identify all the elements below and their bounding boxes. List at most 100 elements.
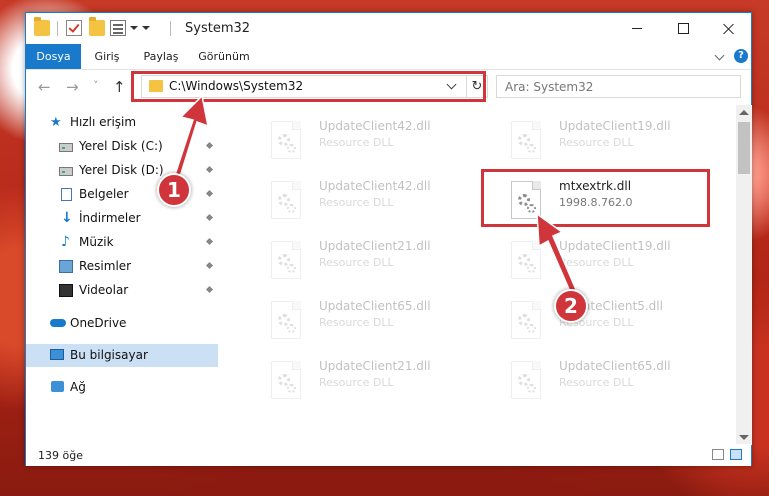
pin-icon[interactable] — [205, 237, 214, 246]
search-box[interactable]: Ara: System32 — [496, 75, 741, 98]
pin-icon[interactable] — [205, 189, 214, 198]
documents-icon — [61, 188, 72, 201]
close-button[interactable] — [706, 13, 752, 44]
file-description: Resource DLL — [319, 136, 394, 149]
sidebar-item-label: Ağ — [70, 380, 86, 394]
step-badge-1: 1 — [157, 173, 191, 207]
file-item[interactable]: UpdateClient19.dll Resource DLL — [507, 117, 727, 167]
pin-icon[interactable] — [205, 213, 214, 222]
file-name: UpdateClient65.dll — [559, 359, 671, 373]
drive-icon — [59, 167, 73, 176]
file-description: Resource DLL — [319, 316, 394, 329]
file-item[interactable]: UpdateClient5.dll Resource DLL — [507, 297, 727, 347]
address-highlight-box — [131, 71, 486, 102]
pin-icon[interactable] — [205, 165, 214, 174]
large-icons-view-icon[interactable] — [730, 449, 742, 460]
details-view-icon[interactable] — [712, 449, 724, 460]
sidebar-item-onedrive[interactable]: OneDrive — [26, 312, 218, 335]
dll-file-icon — [511, 361, 541, 399]
sidebar-item-label: Videolar — [79, 283, 129, 297]
downloads-icon: ↓ — [61, 210, 73, 226]
file-name: UpdateClient21.dll — [319, 359, 431, 373]
tab-giris[interactable]: Giriş — [86, 44, 128, 69]
file-description: Resource DLL — [319, 256, 394, 269]
pin-icon[interactable] — [205, 285, 214, 294]
file-name: UpdateClient42.dll — [319, 179, 431, 193]
new-folder-icon[interactable] — [89, 17, 105, 36]
videos-icon — [59, 284, 73, 297]
file-name: UpdateClient19.dll — [559, 119, 671, 133]
file-item[interactable]: UpdateClient19.dll Resource DLL — [507, 237, 727, 287]
file-description: Resource DLL — [559, 376, 634, 389]
sidebar-item-videos[interactable]: Videolar — [26, 279, 218, 302]
drive-icon — [59, 143, 73, 152]
up-button[interactable]: ↑ — [113, 79, 126, 95]
dll-file-icon — [511, 301, 541, 339]
sidebar-item-pictures[interactable]: Resimler — [26, 255, 218, 278]
sidebar-item-label: Yerel Disk (D:) — [79, 163, 164, 177]
file-description: Resource DLL — [559, 256, 634, 269]
music-icon: ♪ — [61, 234, 70, 250]
sidebar-item-downloads[interactable]: ↓ İndirmeler — [26, 207, 218, 230]
dll-file-icon — [511, 241, 541, 279]
file-list: UpdateClient42.dll Resource DLL UpdateCl… — [219, 105, 736, 440]
scroll-thumb[interactable] — [738, 122, 750, 174]
quick-access-dropdown-icon[interactable] — [142, 26, 150, 30]
chevron-down-icon[interactable] — [130, 26, 138, 30]
sidebar-item-disk-d[interactable]: Yerel Disk (D:) — [26, 159, 218, 182]
file-highlight-box — [481, 169, 710, 227]
sidebar-item-this-pc[interactable]: Bu bilgisayar — [26, 344, 218, 367]
file-item[interactable]: UpdateClient42.dll Resource DLL — [267, 177, 487, 227]
scroll-up-icon[interactable] — [739, 110, 749, 115]
title-bar: System32 — [26, 13, 751, 44]
recent-locations-button[interactable]: ˅ — [93, 78, 99, 94]
back-button[interactable]: ← — [38, 79, 51, 95]
expand-ribbon-icon[interactable] — [714, 50, 725, 61]
search-placeholder[interactable]: Ara: System32 — [505, 80, 593, 94]
customize-toolbar-icon[interactable] — [110, 20, 126, 36]
file-name: UpdateClient21.dll — [319, 239, 431, 253]
file-item[interactable]: UpdateClient42.dll Resource DLL — [267, 117, 487, 167]
dll-file-icon — [271, 361, 301, 399]
pictures-icon — [59, 260, 73, 273]
sidebar-item-music[interactable]: ♪ Müzik — [26, 231, 218, 254]
sidebar-item-label: Müzik — [79, 235, 114, 249]
title-separator-2 — [170, 21, 171, 36]
maximize-button[interactable] — [660, 13, 706, 44]
step-badge-2: 2 — [554, 289, 588, 323]
sidebar-item-label: Belgeler — [79, 187, 129, 201]
scroll-down-icon[interactable] — [739, 435, 749, 440]
tab-paylas[interactable]: Paylaş — [138, 44, 184, 69]
cloud-icon — [50, 319, 66, 327]
pin-icon[interactable] — [205, 141, 214, 150]
tab-dosya[interactable]: Dosya — [26, 44, 81, 69]
computer-icon — [50, 349, 64, 360]
properties-check-icon[interactable] — [66, 20, 82, 36]
dll-file-icon — [271, 301, 301, 339]
sidebar-item-label: Hızlı erişim — [70, 115, 137, 129]
file-description: Resource DLL — [559, 136, 634, 149]
file-item[interactable]: UpdateClient21.dll Resource DLL — [267, 237, 487, 287]
help-icon[interactable]: ? — [734, 49, 748, 63]
dll-file-icon — [271, 121, 301, 159]
network-icon — [51, 381, 64, 392]
vertical-scrollbar[interactable] — [736, 105, 752, 445]
file-item[interactable]: UpdateClient65.dll Resource DLL — [267, 297, 487, 347]
sidebar-item-label: Resimler — [79, 259, 132, 273]
sidebar-item-label: OneDrive — [70, 316, 127, 330]
sidebar-item-label: Bu bilgisayar — [70, 348, 148, 362]
item-count: 139 öğe — [38, 449, 83, 462]
dll-file-icon — [271, 241, 301, 279]
file-item[interactable]: UpdateClient65.dll Resource DLL — [507, 357, 727, 407]
sidebar-item-disk-c[interactable]: Yerel Disk (C:) — [26, 135, 218, 158]
pin-icon[interactable] — [205, 261, 214, 270]
sidebar-item-label: İndirmeler — [79, 211, 141, 225]
sidebar-item-quick-access[interactable]: ★ Hızlı erişim — [26, 111, 218, 134]
minimize-button[interactable] — [614, 13, 660, 44]
forward-button[interactable]: → — [66, 79, 79, 95]
tab-gorunum[interactable]: Görünüm — [193, 44, 255, 69]
file-name: UpdateClient65.dll — [319, 299, 431, 313]
file-item[interactable]: UpdateClient21.dll Resource DLL — [267, 357, 487, 407]
sidebar-item-label: Yerel Disk (C:) — [79, 139, 163, 153]
sidebar-item-network[interactable]: Ağ — [26, 376, 218, 399]
